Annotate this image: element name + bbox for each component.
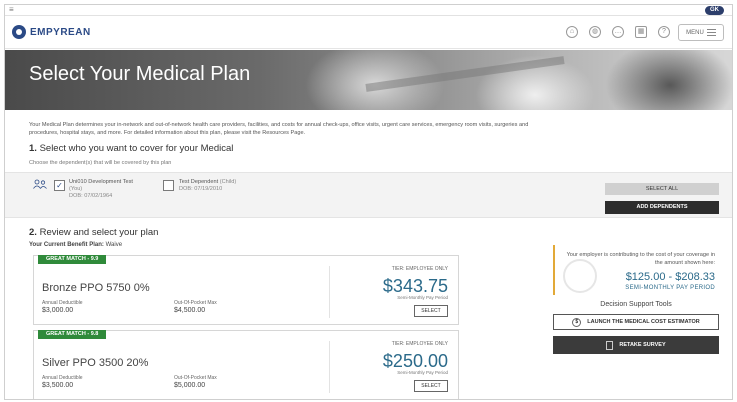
contribution-amount: $125.00 - $208.33 <box>625 271 715 283</box>
card-divider <box>329 266 330 318</box>
select-all-button[interactable]: SELECT ALL <box>605 183 719 195</box>
oop-value: $4,500.00 <box>174 307 206 314</box>
page-title: Select Your Medical Plan <box>29 63 251 85</box>
choose-dependents-text: Choose the dependent(s) that will be cov… <box>29 160 172 166</box>
current-plan-value: Waive <box>105 242 123 248</box>
section1-number: 1. <box>29 143 37 154</box>
contribution-period: SEMI-MONTHLY PAY PERIOD <box>625 285 715 291</box>
dependent-dob: DOB: 07/19/2010 <box>179 186 223 192</box>
calendar-icon[interactable]: ▦ <box>635 26 647 38</box>
current-benefit-plan: Your Current Benefit Plan: Waive <box>29 242 122 248</box>
intro-text: Your Medical Plan determines your in-net… <box>29 122 529 136</box>
dependent-child: Test Dependent (Child) DOB: 07/19/2010 <box>179 179 236 193</box>
menu-button[interactable]: MENU <box>678 24 724 41</box>
pay-period: Semi-Monthly Pay Period <box>397 370 448 375</box>
logo[interactable]: EMPYREAN <box>12 25 91 39</box>
tier-label: TIER: EMPLOYEE ONLY <box>391 341 448 347</box>
select-plan-button[interactable]: SELECT <box>414 380 448 392</box>
plan-price: $250.00 <box>382 351 448 371</box>
section2-number: 2. <box>29 227 37 238</box>
contribution-text: Your employer is contributing to the cos… <box>566 252 715 266</box>
section2-title: Review and select your plan <box>39 227 159 238</box>
clipboard-icon <box>606 340 614 350</box>
match-badge: GREAT MATCH - 9.8 <box>38 330 107 339</box>
retake-survey-label: RETAKE SURVEY <box>619 342 666 348</box>
cost-estimator-button[interactable]: $ LAUNCH THE MEDICAL COST ESTIMATOR <box>553 314 719 330</box>
hero-image-shape <box>605 50 732 110</box>
oop-label: Out-Of-Pocket Max <box>174 300 217 306</box>
oop-label: Out-Of-Pocket Max <box>174 375 217 381</box>
plan-price: $343.75 <box>382 276 448 296</box>
dependent-checkbox-self[interactable]: ✓ <box>54 180 65 191</box>
menu-icon <box>706 29 716 36</box>
user-badge[interactable]: GK <box>705 6 724 15</box>
deductible-label: Annual Deductible <box>42 375 83 381</box>
dependent-dob: DOB: 07/02/1964 <box>69 193 113 199</box>
card-divider <box>329 341 330 393</box>
section2-heading: 2. Review and select your plan <box>29 227 158 238</box>
dependent-name: Uni010 Development Test <box>69 179 133 185</box>
plan-card-silver[interactable]: GREAT MATCH - 9.8 Silver PPO 3500 20% An… <box>33 330 459 399</box>
deductible-value: $3,500.00 <box>42 382 74 389</box>
dependent-name: Test Dependent <box>179 179 219 185</box>
plan-name: Silver PPO 3500 20% <box>42 357 149 369</box>
globe-icon[interactable]: ◍ <box>589 26 601 38</box>
decision-tools-title: Decision Support Tools <box>600 301 672 308</box>
employer-contribution-panel: Your employer is contributing to the cos… <box>553 245 719 295</box>
retake-survey-button[interactable]: RETAKE SURVEY <box>553 336 719 354</box>
hero-banner: Select Your Medical Plan <box>5 50 732 110</box>
match-badge: GREAT MATCH - 9.9 <box>38 255 107 264</box>
pay-period: Semi-Monthly Pay Period <box>397 295 448 300</box>
dependent-relation: (Child) <box>219 179 237 185</box>
cost-estimator-label: LAUNCH THE MEDICAL COST ESTIMATOR <box>587 319 700 325</box>
select-plan-button[interactable]: SELECT <box>414 305 448 317</box>
home-icon[interactable]: ⌂ <box>566 26 578 38</box>
menu-label: MENU <box>686 29 704 36</box>
dependent-relation: (You) <box>69 186 83 192</box>
logo-icon <box>12 25 26 39</box>
dependent-checkbox-child[interactable] <box>163 180 174 191</box>
chat-icon[interactable]: … <box>612 26 624 38</box>
plan-card-bronze[interactable]: GREAT MATCH - 9.9 Bronze PPO 5750 0% Ann… <box>33 255 459 325</box>
tier-label: TIER: EMPLOYEE ONLY <box>391 266 448 272</box>
dependent-self: Uni010 Development Test (You) DOB: 07/02… <box>69 179 133 200</box>
top-strip: ≡ GK <box>5 5 732 16</box>
header-icons: ⌂ ◍ … ▦ ? <box>566 26 670 38</box>
people-icon <box>33 179 47 189</box>
dependents-band: ✓ Uni010 Development Test (You) DOB: 07/… <box>5 172 732 218</box>
dollar-icon: $ <box>572 317 582 327</box>
deductible-value: $3,000.00 <box>42 307 74 314</box>
help-icon[interactable]: ? <box>658 26 670 38</box>
section1-title: Select who you want to cover for your Me… <box>39 143 234 154</box>
app-frame: ≡ GK EMPYREAN ⌂ ◍ … ▦ ? MENU Select Your… <box>4 4 733 400</box>
oop-value: $5,000.00 <box>174 382 206 389</box>
hamburger-icon[interactable]: ≡ <box>9 6 14 14</box>
add-dependents-button[interactable]: ADD DEPENDENTS <box>605 201 719 214</box>
header: EMPYREAN ⌂ ◍ … ▦ ? MENU <box>5 17 732 49</box>
plan-name: Bronze PPO 5750 0% <box>42 282 150 294</box>
deductible-label: Annual Deductible <box>42 300 83 306</box>
current-plan-label: Your Current Benefit Plan: <box>29 242 104 248</box>
logo-text: EMPYREAN <box>30 26 91 38</box>
section1-heading: 1. Select who you want to cover for your… <box>29 143 233 154</box>
